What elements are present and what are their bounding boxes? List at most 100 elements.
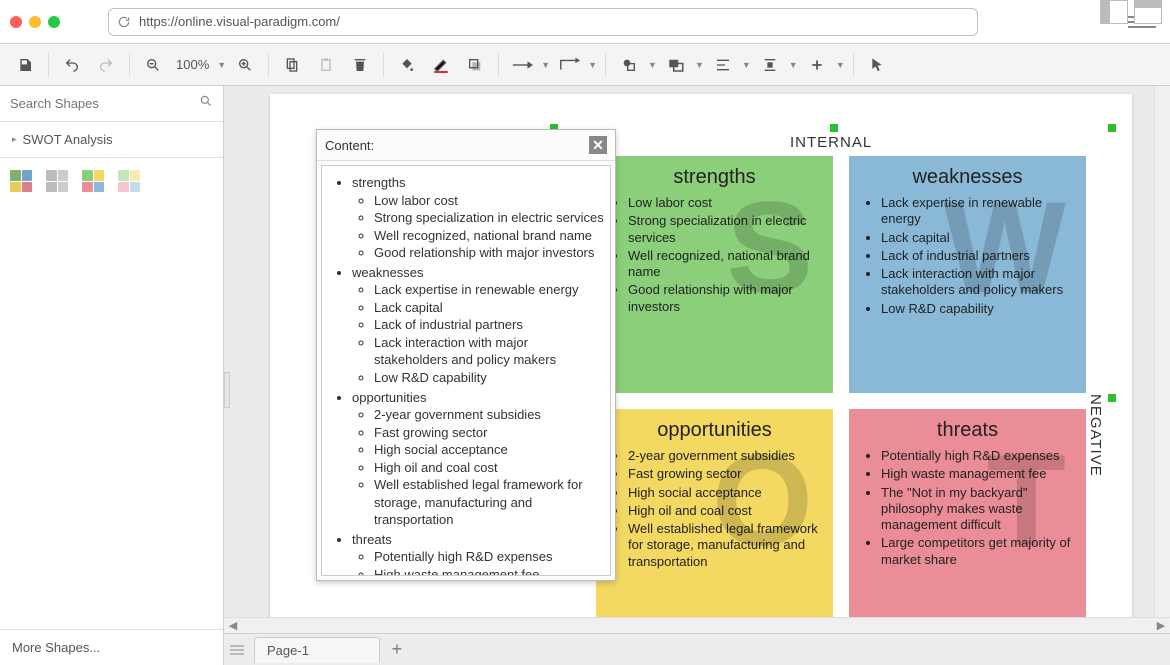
undo-button[interactable]: [57, 51, 87, 79]
swot-template-1[interactable]: [10, 170, 32, 192]
fill-color-button[interactable]: [392, 51, 422, 79]
canvas-area: INTERNAL EXTERNAL POSITIVE NEGATIVE S st…: [224, 86, 1170, 665]
strengths-quadrant[interactable]: S strengths Low labor costStrong special…: [596, 156, 833, 393]
popup-content-list: strengthsLow labor costStrong specializa…: [328, 174, 604, 576]
conn-dropdown-1[interactable]: ▼: [541, 60, 550, 70]
add-page-button[interactable]: +: [384, 639, 410, 661]
shapes-palette: [0, 158, 223, 204]
weaknesses-quadrant[interactable]: W weaknesses Lack expertise in renewable…: [849, 156, 1086, 393]
foreground-button[interactable]: [614, 51, 644, 79]
opportunities-list: 2-year government subsidiesFast growing …: [610, 448, 819, 570]
popup-item: Well established legal framework for sto…: [374, 476, 604, 529]
maximize-window[interactable]: [48, 16, 60, 28]
threats-title: threats: [863, 419, 1072, 442]
fg-dropdown[interactable]: ▼: [648, 60, 657, 70]
line-color-button[interactable]: [426, 51, 456, 79]
list-item: Large competitors get majority of market…: [881, 535, 1072, 568]
sidebar-category[interactable]: ▸ SWOT Analysis: [0, 122, 223, 158]
popup-close-button[interactable]: ✕: [589, 136, 607, 154]
copy-button[interactable]: [277, 51, 307, 79]
opportunities-title: opportunities: [610, 419, 819, 442]
selection-handle[interactable]: [1108, 124, 1116, 132]
popup-item: High waste management fee: [374, 566, 604, 576]
vertical-scrollbar[interactable]: [1154, 86, 1170, 617]
popup-item: Lack expertise in renewable energy: [374, 281, 604, 299]
weaknesses-list: Lack expertise in renewable energy Lack c…: [863, 195, 1072, 317]
popup-item: High social acceptance: [374, 441, 604, 459]
popup-item: Lack of industrial partners: [374, 316, 604, 334]
connection-orthogonal-button[interactable]: [554, 51, 584, 79]
popup-item: Low labor cost: [374, 192, 604, 210]
popup-item: Strong specialization in electric servic…: [374, 209, 604, 227]
swot-template-2[interactable]: [46, 170, 68, 192]
add-dropdown[interactable]: ▼: [836, 60, 845, 70]
dist-dropdown[interactable]: ▼: [789, 60, 798, 70]
zoom-dropdown-icon[interactable]: ▼: [217, 60, 226, 70]
connection-straight-button[interactable]: [507, 51, 537, 79]
list-item: Low labor cost: [628, 195, 819, 211]
popup-item: 2-year government subsidies: [374, 406, 604, 424]
selection-handle[interactable]: [1108, 394, 1116, 402]
opportunities-quadrant[interactable]: O opportunities 2-year government subsid…: [596, 409, 833, 633]
zoom-level[interactable]: 100%: [172, 57, 213, 72]
list-item: Lack expertise in renewable energy: [881, 195, 1072, 228]
search-icon[interactable]: [199, 94, 213, 113]
paste-button[interactable]: [311, 51, 341, 79]
swot-template-4[interactable]: [118, 170, 140, 192]
delete-button[interactable]: [345, 51, 375, 79]
align-dropdown[interactable]: ▼: [742, 60, 751, 70]
reload-icon: [117, 15, 131, 29]
sidebar-category-label: SWOT Analysis: [23, 132, 113, 147]
align-button[interactable]: [708, 51, 738, 79]
shadow-button[interactable]: [460, 51, 490, 79]
popup-body[interactable]: strengthsLow labor costStrong specializa…: [321, 165, 611, 576]
swot-template-3[interactable]: [82, 170, 104, 192]
layer-dropdown[interactable]: ▼: [695, 60, 704, 70]
pointer-button[interactable]: [862, 51, 892, 79]
save-button[interactable]: [10, 51, 40, 79]
tabs-grip[interactable]: [230, 645, 244, 655]
list-item: Low R&D capability: [881, 301, 1072, 317]
list-item: Potentially high R&D expenses: [881, 448, 1072, 464]
conn-dropdown-2[interactable]: ▼: [588, 60, 597, 70]
page-tabs: Page-1 +: [224, 633, 1170, 665]
list-item: The "Not in my backyard" philosophy make…: [881, 485, 1072, 534]
format-panel-toggle[interactable]: [1100, 0, 1128, 24]
sidebar: ▸ SWOT Analysis More Shapes...: [0, 86, 224, 665]
address-bar[interactable]: https://online.visual-paradigm.com/: [108, 8, 978, 36]
popup-section: opportunities2-year government subsidies…: [352, 389, 604, 529]
list-item: Well established legal framework for sto…: [628, 521, 819, 570]
search-input[interactable]: [10, 96, 199, 111]
selection-handle[interactable]: [830, 124, 838, 132]
zoom-out-button[interactable]: [138, 51, 168, 79]
zoom-in-button[interactable]: [230, 51, 260, 79]
swot-grid[interactable]: S strengths Low labor costStrong special…: [596, 156, 1086, 633]
list-item: Good relationship with major investors: [628, 282, 819, 315]
axis-negative: NEGATIVE: [1087, 394, 1104, 477]
diagram-page[interactable]: INTERNAL EXTERNAL POSITIVE NEGATIVE S st…: [270, 94, 1132, 633]
popup-item: Low R&D capability: [374, 369, 604, 387]
popup-item: Lack capital: [374, 299, 604, 317]
popup-section: threatsPotentially high R&D expensesHigh…: [352, 531, 604, 576]
list-item: Lack interaction with major stakeholders…: [881, 266, 1072, 299]
close-window[interactable]: [10, 16, 22, 28]
minimize-window[interactable]: [29, 16, 41, 28]
redo-button[interactable]: [91, 51, 121, 79]
distribute-button[interactable]: [755, 51, 785, 79]
list-item: Lack capital: [881, 230, 1072, 246]
add-button[interactable]: [802, 51, 832, 79]
axis-internal: INTERNAL: [790, 134, 872, 151]
page-tab-1[interactable]: Page-1: [254, 637, 380, 663]
list-item: Lack of industrial partners: [881, 248, 1072, 264]
popup-item: High oil and coal cost: [374, 459, 604, 477]
horizontal-scrollbar[interactable]: ◀ ▶: [224, 617, 1170, 633]
popup-section: weaknessesLack expertise in renewable en…: [352, 264, 604, 387]
threats-quadrant[interactable]: T threats Potentially high R&D expensesH…: [849, 409, 1086, 633]
more-shapes-link[interactable]: More Shapes...: [0, 629, 223, 665]
outline-panel-toggle[interactable]: [1134, 0, 1162, 24]
list-item: Strong specialization in electric servic…: [628, 213, 819, 246]
titlebar: https://online.visual-paradigm.com/: [0, 0, 1170, 44]
layer-button[interactable]: [661, 51, 691, 79]
content-popup[interactable]: Content: ✕ strengthsLow labor costStrong…: [316, 129, 616, 581]
list-item: High oil and coal cost: [628, 503, 819, 519]
